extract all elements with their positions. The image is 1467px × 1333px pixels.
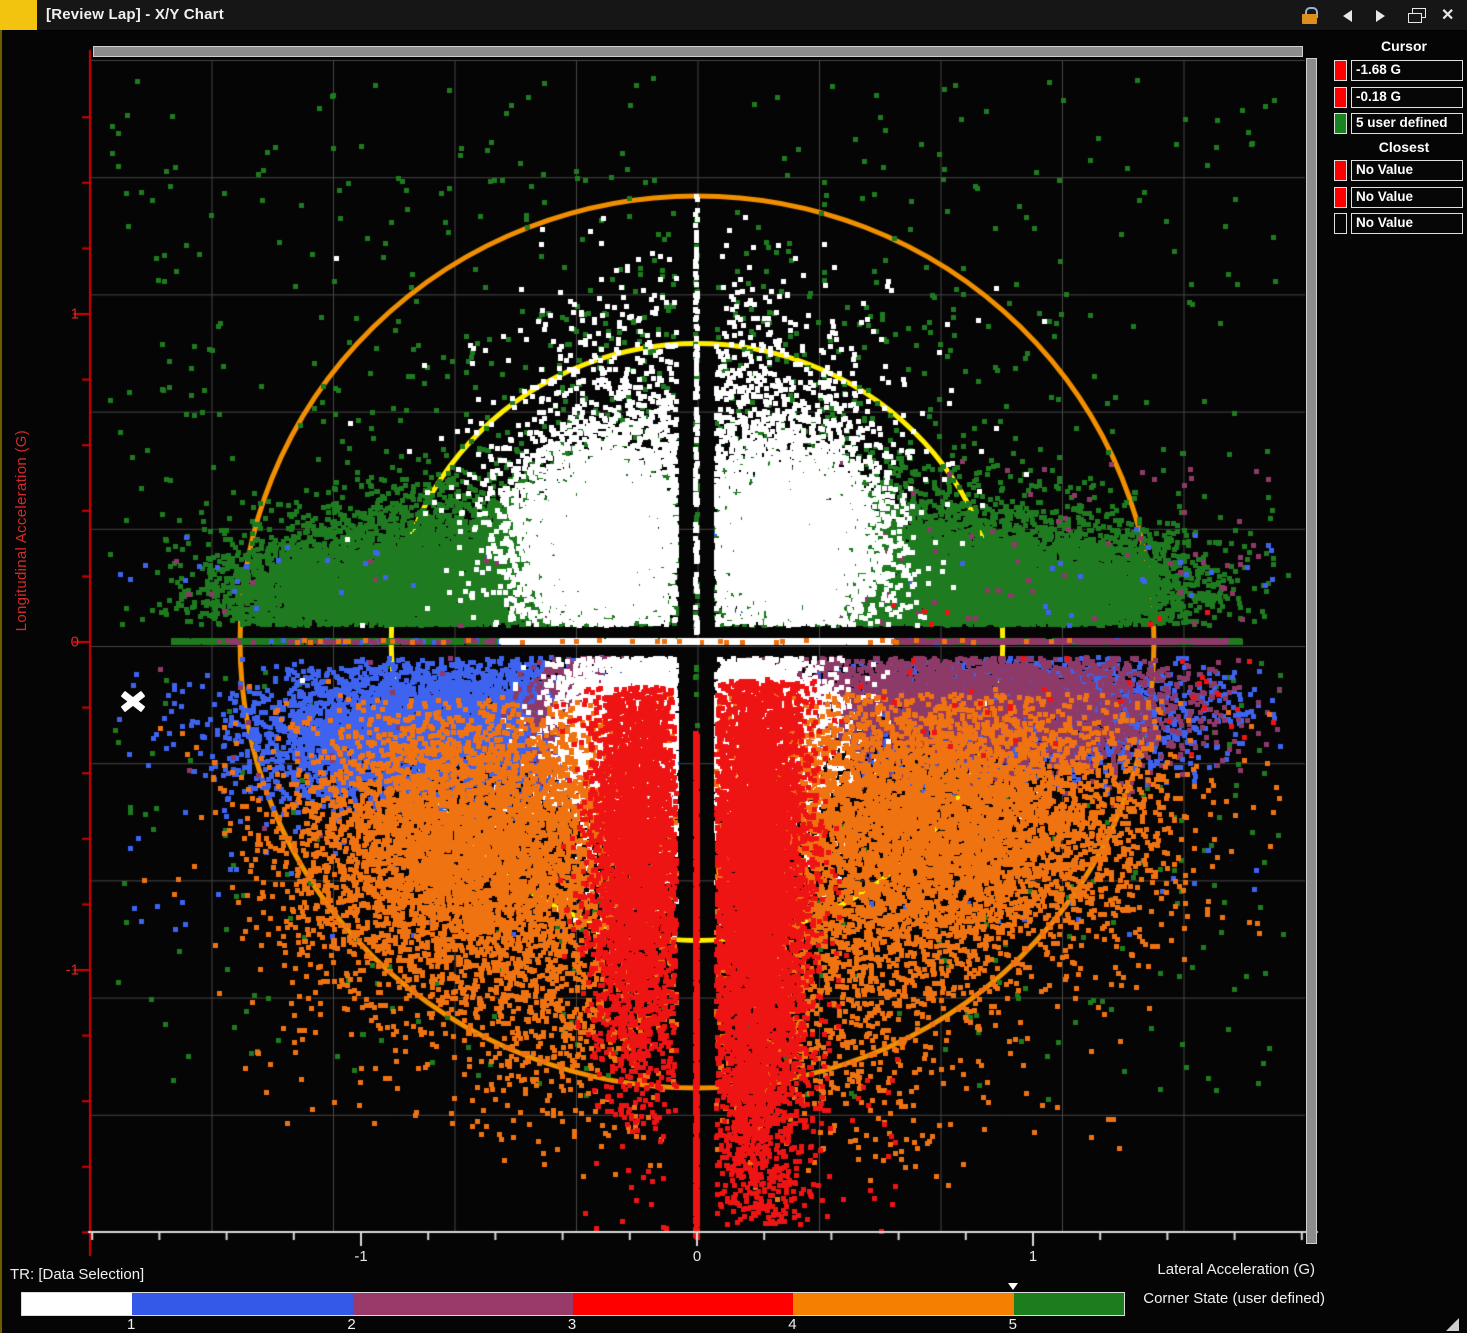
closest-panel-header: Closest <box>1344 139 1464 155</box>
channel-color-swatch <box>1334 113 1347 134</box>
next-arrow-icon[interactable] <box>1372 7 1390 24</box>
y-axis-title: Longitudinal Acceleration (G) <box>13 430 30 631</box>
color-bar-cursor-marker-icon <box>1008 1283 1018 1290</box>
cursor-value: 5 user defined <box>1351 113 1463 134</box>
color-bar-tick-label: 3 <box>568 1316 576 1333</box>
vertical-scrollbar[interactable] <box>1306 58 1317 1244</box>
color-bar-tick-label: 4 <box>788 1316 796 1333</box>
color-bar-segment <box>573 1293 793 1315</box>
previous-arrow-icon[interactable] <box>1340 7 1358 24</box>
channel-color-swatch <box>1334 187 1347 208</box>
closest-value: No Value <box>1351 213 1463 234</box>
closest-value: No Value <box>1351 160 1463 181</box>
channel-color-swatch <box>1334 60 1347 81</box>
title-bar: [Review Lap] - X/Y Chart ✕ <box>0 0 1467 31</box>
color-bar-segment <box>353 1293 573 1315</box>
color-bar-tick-label: 5 <box>1009 1316 1017 1333</box>
x-axis-tick-label: 0 <box>693 1248 701 1265</box>
horizontal-scrollbar[interactable] <box>93 46 1303 57</box>
color-bar-tick-label: 2 <box>347 1316 355 1333</box>
close-icon[interactable]: ✕ <box>1441 7 1459 24</box>
x-axis-title: Lateral Acceleration (G) <box>995 1261 1315 1278</box>
window-left-border <box>0 30 2 1333</box>
cursor-value: -1.68 G <box>1351 60 1463 81</box>
y-axis-tick-label: -1 <box>66 962 79 979</box>
x-axis-tick-label: -1 <box>354 1248 367 1265</box>
color-bar-segment <box>132 1293 352 1315</box>
resize-grip-icon[interactable] <box>1446 1318 1459 1331</box>
y-axis-tick-label: 1 <box>71 306 79 323</box>
channel-color-swatch <box>1334 213 1347 234</box>
corner-state-color-bar[interactable] <box>21 1292 1125 1316</box>
window-title: [Review Lap] - X/Y Chart <box>46 6 224 23</box>
channel-color-swatch <box>1334 160 1347 181</box>
cursor-panel-header: Cursor <box>1344 38 1464 54</box>
x-axis-tick-label: 1 <box>1029 1248 1037 1265</box>
lock-icon[interactable] <box>1301 7 1319 24</box>
cursor-value: -0.18 G <box>1351 87 1463 108</box>
color-bar-segment <box>22 1293 132 1315</box>
color-bar-tick-label: 1 <box>127 1316 135 1333</box>
y-axis-tick-label: 0 <box>71 634 79 651</box>
tr-channel-label: TR: [Data Selection] <box>10 1266 144 1283</box>
color-bar-segment <box>793 1293 1013 1315</box>
color-bar-segment <box>1014 1293 1124 1315</box>
channel-color-swatch <box>1334 87 1347 108</box>
gg-diagram-plot[interactable] <box>0 0 1467 1333</box>
workbook-corner-swatch[interactable] <box>0 0 37 30</box>
closest-value: No Value <box>1351 187 1463 208</box>
restore-window-icon[interactable] <box>1408 7 1427 24</box>
